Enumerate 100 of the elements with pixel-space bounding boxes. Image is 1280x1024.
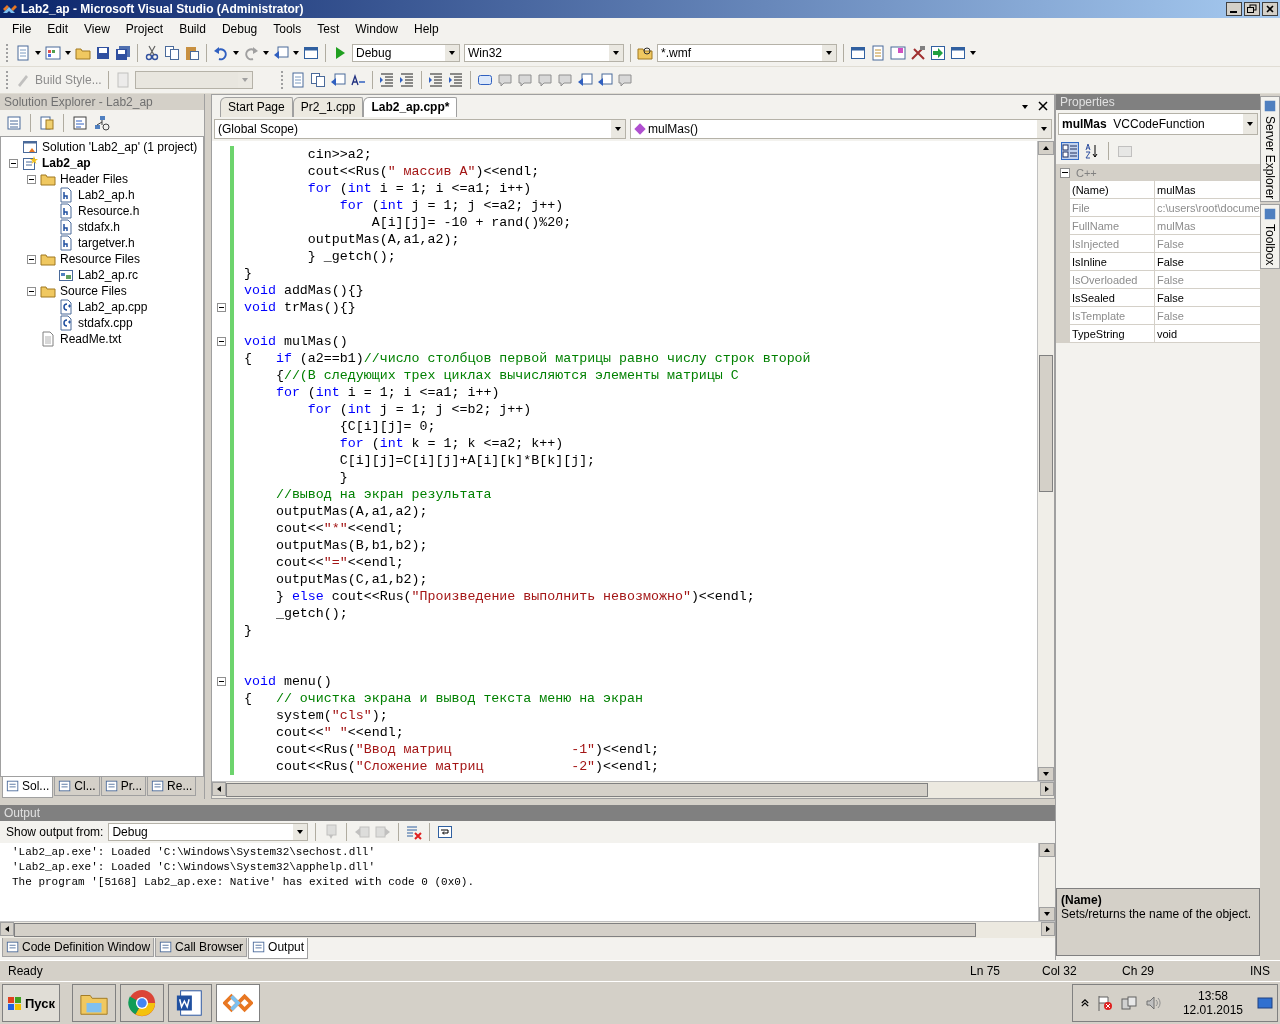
side-tab[interactable]: Server Explorer [1260,96,1280,203]
collapse-toggle[interactable] [27,174,36,184]
caret-icon[interactable] [35,51,41,55]
undo-icon[interactable] [213,45,229,61]
menu-item[interactable]: Debug [213,22,266,36]
view-code-icon[interactable] [72,115,88,131]
tree-item[interactable]: stdafx.cpp [78,316,133,330]
taskbar-app-button[interactable] [168,984,212,1022]
network-icon[interactable] [1120,995,1137,1011]
navigate-icon[interactable] [273,45,289,61]
disks-icon[interactable] [115,45,131,61]
folder-search-icon[interactable] [637,45,653,61]
collapse-toggle[interactable] [216,303,226,312]
vertical-scrollbar[interactable] [1037,141,1054,781]
member-dropdown[interactable]: mulMas() [630,119,1052,139]
tree-item[interactable]: Resource.h [78,204,140,218]
configuration-dropdown[interactable]: Debug [352,44,460,62]
indent-icon[interactable] [398,72,415,88]
caret-icon[interactable] [293,51,299,55]
copy-icon[interactable] [164,45,180,61]
tree-item[interactable]: Resource Files [60,252,141,266]
property-value[interactable]: False [1155,289,1260,306]
document-arrow-icon[interactable] [576,72,593,88]
tree-item[interactable]: ReadMe.txt [60,332,122,346]
tree-item[interactable]: Solution 'Lab2_ap' (1 project) [42,140,198,154]
tree-item[interactable]: Lab2_ap [42,156,91,170]
menu-item[interactable]: File [4,22,40,36]
paste-icon[interactable] [184,45,200,61]
search-window-icon[interactable] [850,45,866,61]
horizontal-scrollbar[interactable] [0,921,1055,938]
collapse-toggle[interactable] [27,254,36,264]
clear-all-icon[interactable] [406,824,423,840]
show-all-files-icon[interactable] [39,115,55,131]
tree-item[interactable]: Source Files [60,284,127,298]
chevron-icon[interactable] [1080,998,1089,1008]
cursor-icon[interactable] [329,72,346,88]
collapse-toggle[interactable] [1060,167,1070,178]
lines-icon[interactable] [447,72,464,88]
collapse-toggle[interactable] [9,158,18,168]
panel-tab[interactable]: Cl... [54,777,100,796]
rectangle-icon[interactable] [476,72,493,88]
panel-tab[interactable]: Code Definition Window [2,938,155,957]
tree-item[interactable]: Header Files [60,172,129,186]
scissors-icon[interactable] [144,45,160,61]
caret-icon[interactable] [65,51,71,55]
menu-item[interactable]: View [76,22,118,36]
panel-tab[interactable]: Pr... [100,777,147,796]
caret-icon[interactable] [970,51,976,55]
document-arrow-icon[interactable] [596,72,613,88]
command-window-icon[interactable] [950,45,966,61]
outdent-icon[interactable] [378,72,395,88]
platform-dropdown[interactable]: Win32 [464,44,624,62]
minimize-icon[interactable] [1226,2,1242,16]
property-value[interactable]: void [1155,325,1260,342]
property-value[interactable]: False [1155,253,1260,270]
class-diagram-icon[interactable] [94,115,110,131]
collapse-toggle[interactable] [216,677,226,686]
document-tab[interactable]: Lab2_ap.cpp* [363,97,458,117]
speaker-icon[interactable] [1144,995,1161,1011]
flag-icon[interactable] [1096,995,1113,1011]
lines-icon[interactable] [427,72,444,88]
collapse-toggle[interactable] [216,337,226,346]
taskbar-app-button[interactable] [216,984,260,1022]
caret-icon[interactable] [233,51,239,55]
tree-item[interactable]: targetver.h [78,236,135,250]
copy-icon[interactable] [309,72,326,88]
scope-dropdown[interactable]: (Global Scope) [214,119,626,139]
restore-icon[interactable] [1244,2,1260,16]
panel-tab[interactable]: Call Browser [155,938,248,957]
vertical-scrollbar[interactable] [1038,843,1055,921]
document-tab[interactable]: Start Page [220,97,293,117]
object-browser-icon[interactable] [890,45,906,61]
find-filter-dropdown[interactable]: *.wmf [657,44,837,62]
collapse-toggle[interactable] [27,286,36,296]
caret-icon[interactable] [263,51,269,55]
menu-item[interactable]: Edit [39,22,77,36]
arrow-icon[interactable] [930,45,946,61]
property-value[interactable]: mulMas [1155,181,1260,198]
tree-item[interactable]: Lab2_ap.h [78,188,135,202]
horizontal-scrollbar[interactable] [212,781,1054,798]
tools-icon[interactable] [910,45,926,61]
panel-tab[interactable]: Sol... [2,777,54,798]
menu-item[interactable]: Tools [265,22,310,36]
panel-tab[interactable]: Output [248,938,309,959]
close-icon[interactable] [1262,2,1278,16]
caret-icon[interactable] [1022,105,1028,109]
tree-item[interactable]: Lab2_ap.cpp [78,300,148,314]
sort-alphabetical-icon[interactable] [1084,143,1100,159]
menu-item[interactable]: Help [405,22,447,36]
panel-tab[interactable]: Re... [147,777,197,796]
table-icon[interactable] [45,45,61,61]
menu-item[interactable]: Project [117,22,172,36]
tree-item[interactable]: Lab2_ap.rc [78,268,139,282]
font-icon[interactable] [349,72,366,88]
menu-item[interactable]: Window [347,22,406,36]
close-icon[interactable] [1038,101,1048,111]
menu-item[interactable]: Build [171,22,214,36]
output-source-dropdown[interactable]: Debug [108,823,309,841]
word-wrap-icon[interactable] [437,824,454,840]
side-tab[interactable]: Toolbox [1260,204,1280,269]
